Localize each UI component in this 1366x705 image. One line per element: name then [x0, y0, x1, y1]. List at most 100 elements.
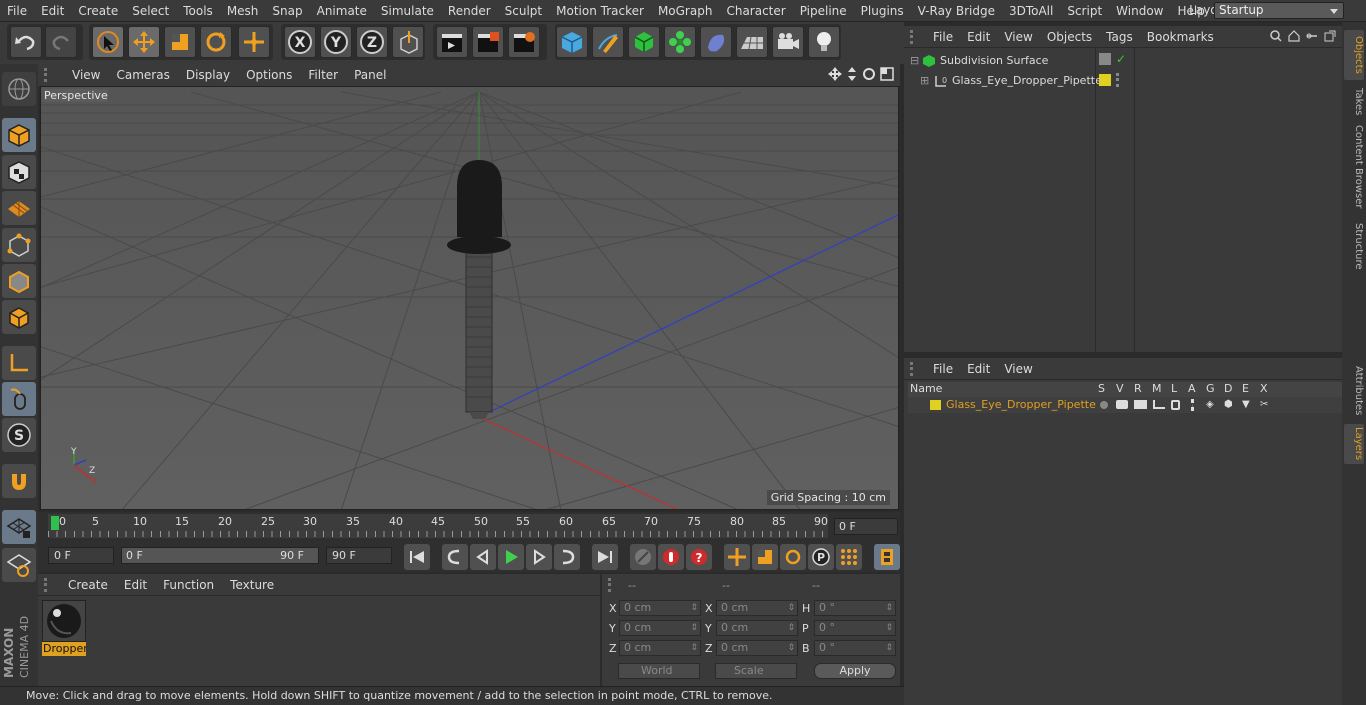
live-selection-button[interactable] — [92, 26, 124, 58]
viewport-menu-display[interactable]: Display — [178, 68, 238, 82]
pan-view-icon[interactable] — [828, 67, 842, 81]
object-name[interactable]: Subdivision Surface — [940, 51, 1048, 70]
planar-workplane-button[interactable] — [2, 548, 36, 582]
column-locked[interactable]: L — [1171, 382, 1177, 395]
viewport-menu-options[interactable]: Options — [238, 68, 300, 82]
size-z-field[interactable]: 0 cm — [716, 640, 798, 656]
perspective-viewport[interactable]: Y Z X Perspective Grid Spacing : 10 cm — [40, 86, 899, 510]
undo-button[interactable] — [10, 26, 42, 58]
snap-toggle-button[interactable] — [2, 464, 36, 498]
key-parameter-button[interactable]: P — [808, 544, 834, 570]
camera-button[interactable] — [772, 26, 804, 58]
frame-range-slider[interactable]: 0 F 90 F — [121, 547, 319, 564]
y-axis-lock-button[interactable]: Y — [320, 26, 352, 58]
material-menu-edit[interactable]: Edit — [116, 578, 155, 592]
tweak-mode-button[interactable] — [2, 382, 36, 416]
key-rotation-button[interactable] — [780, 544, 806, 570]
play-forward-button[interactable] — [498, 544, 524, 570]
layer-menu-edit[interactable]: Edit — [960, 362, 997, 376]
object-name[interactable]: Glass_Eye_Dropper_Pipette — [952, 71, 1102, 90]
column-deformers[interactable]: D — [1224, 382, 1232, 395]
key-scale-button[interactable] — [752, 544, 778, 570]
next-keyframe-button[interactable] — [554, 544, 580, 570]
playhead[interactable] — [51, 516, 59, 530]
material-menu-texture[interactable]: Texture — [222, 578, 282, 592]
layer-menu-view[interactable]: View — [997, 362, 1039, 376]
pen-button[interactable] — [592, 26, 624, 58]
solo-dot-icon[interactable] — [1100, 401, 1108, 409]
make-editable-button[interactable] — [2, 72, 36, 106]
model-mode-button[interactable] — [2, 118, 36, 152]
column-render[interactable]: R — [1134, 382, 1142, 395]
objects-menu-edit[interactable]: Edit — [960, 30, 997, 44]
viewport-menu-cameras[interactable]: Cameras — [108, 68, 177, 82]
tree-collapse-icon[interactable]: ⊟ — [910, 51, 919, 70]
size-mode-select[interactable]: Scale — [715, 663, 797, 679]
timeline-window-button[interactable] — [874, 544, 900, 570]
menu-motion-tracker[interactable]: Motion Tracker — [549, 4, 651, 18]
layer-color-swatch[interactable] — [930, 400, 941, 410]
maximize-view-icon[interactable] — [880, 67, 894, 81]
column-manager[interactable]: M — [1152, 382, 1162, 395]
subdivision-button[interactable] — [628, 26, 660, 58]
menu-select[interactable]: Select — [125, 4, 176, 18]
pos-y-field[interactable]: 0 cm — [619, 620, 701, 636]
size-x-field[interactable]: 0 cm — [716, 600, 798, 616]
timeline-ruler[interactable]: 0 5 10 15 20 25 30 35 40 45 50 55 60 65 … — [48, 514, 828, 538]
floor-button[interactable] — [736, 26, 768, 58]
coordinate-system-button[interactable] — [392, 26, 424, 58]
objects-menu-file[interactable]: File — [926, 30, 960, 44]
solo-button[interactable]: S — [2, 418, 36, 452]
editor-visibility-icon[interactable] — [1099, 53, 1111, 65]
column-solo[interactable]: S — [1098, 382, 1105, 395]
apply-button[interactable]: Apply — [814, 663, 896, 679]
pos-z-field[interactable]: 0 cm — [619, 640, 701, 656]
zoom-view-icon[interactable] — [846, 67, 858, 81]
axis-mode-button[interactable] — [2, 346, 36, 380]
render-view-button[interactable] — [436, 26, 468, 58]
menu-script[interactable]: Script — [1060, 4, 1109, 18]
auto-keying-button[interactable] — [658, 544, 684, 570]
menu-mograph[interactable]: MoGraph — [651, 4, 720, 18]
light-button[interactable] — [808, 26, 840, 58]
current-frame-field[interactable]: 0 F — [834, 518, 898, 535]
workplane-lock-button[interactable] — [2, 510, 36, 544]
tab-structure[interactable]: Structure — [1344, 218, 1364, 274]
material-menu-create[interactable]: Create — [60, 578, 116, 592]
key-position-button[interactable] — [724, 544, 750, 570]
rotate-tool-button[interactable] — [200, 26, 232, 58]
lock-icon[interactable] — [1171, 400, 1180, 410]
rot-h-field[interactable]: 0 ° — [814, 600, 896, 616]
menu-character[interactable]: Character — [719, 4, 792, 18]
menu-plugins[interactable]: Plugins — [854, 4, 911, 18]
go-to-start-button[interactable] — [404, 544, 430, 570]
new-window-icon[interactable] — [1324, 30, 1336, 42]
tab-takes[interactable]: Takes — [1344, 84, 1364, 120]
menu-3dtoall[interactable]: 3DToAll — [1002, 4, 1060, 18]
deformer-button[interactable] — [700, 26, 732, 58]
menu-pipeline[interactable]: Pipeline — [793, 4, 854, 18]
previous-keyframe-button[interactable] — [442, 544, 468, 570]
viewport-menu-panel[interactable]: Panel — [346, 68, 394, 82]
start-frame-field[interactable]: 0 F — [48, 547, 114, 564]
render-settings-button[interactable] — [508, 26, 540, 58]
points-mode-button[interactable] — [2, 228, 36, 262]
menu-window[interactable]: Window — [1109, 4, 1170, 18]
column-name[interactable]: Name — [910, 382, 942, 395]
x-axis-lock-button[interactable]: X — [284, 26, 316, 58]
previous-frame-button[interactable] — [470, 544, 496, 570]
edges-mode-button[interactable] — [2, 264, 36, 298]
cloner-button[interactable] — [664, 26, 696, 58]
menu-mesh[interactable]: Mesh — [220, 4, 266, 18]
object-row-subdivision[interactable]: ⊟ Subdivision Surface — [908, 51, 1096, 70]
objects-menu-tags[interactable]: Tags — [1099, 30, 1140, 44]
menu-simulate[interactable]: Simulate — [374, 4, 441, 18]
column-xref[interactable]: X — [1260, 382, 1268, 395]
viewport-menu-filter[interactable]: Filter — [300, 68, 346, 82]
menu-file[interactable]: File — [0, 4, 34, 18]
expression-icon[interactable]: ▼ — [1242, 399, 1254, 411]
object-row-dropper[interactable]: ⊞ 0 Glass_Eye_Dropper_Pipette — [908, 71, 1102, 90]
column-animation[interactable]: A — [1188, 382, 1196, 395]
menu-render[interactable]: Render — [441, 4, 498, 18]
rot-p-field[interactable]: 0 ° — [814, 620, 896, 636]
